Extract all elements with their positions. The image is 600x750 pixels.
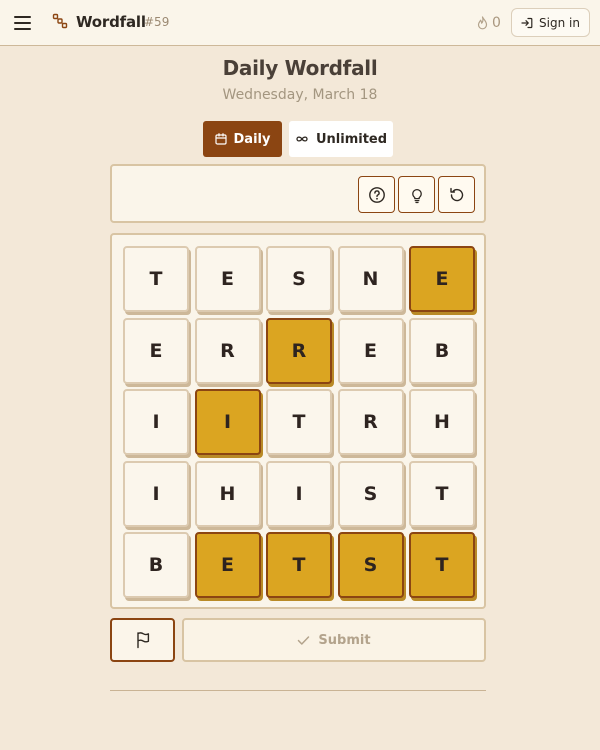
sign-in-label: Sign in (539, 15, 580, 30)
letter-tile[interactable]: S (337, 532, 404, 598)
letter-tile[interactable]: T (409, 532, 475, 598)
hamburger-menu-icon[interactable] (12, 11, 36, 35)
letter-tile[interactable]: E (123, 317, 189, 384)
reset-button[interactable] (438, 176, 475, 213)
streak-count: 0 (492, 15, 501, 31)
sign-in-icon (521, 17, 533, 28)
puzzle-date: Wednesday, March 18 (222, 87, 378, 103)
letter-tile[interactable]: B (409, 317, 475, 384)
tab-unlimited[interactable]: Unlimited (289, 121, 393, 157)
undo-icon (449, 187, 463, 201)
letter-tile[interactable]: I (123, 389, 189, 455)
tab-daily[interactable]: Daily (203, 121, 282, 157)
submit-button[interactable]: Submit (182, 618, 486, 662)
letter-grid: TESNEERREBIITRHIHISTBETST (110, 233, 486, 609)
tools-panel (110, 164, 486, 223)
letter-tile[interactable]: R (337, 389, 404, 455)
letter-tile[interactable]: S (266, 246, 332, 312)
infinity-icon (296, 136, 308, 142)
lightbulb-icon (411, 188, 422, 203)
submit-label: Submit (318, 632, 371, 648)
letter-tile[interactable]: I (123, 460, 189, 527)
letter-tile[interactable]: H (409, 389, 475, 455)
issue-number: #59 (144, 15, 170, 29)
letter-tile[interactable]: I (266, 460, 332, 527)
divider (110, 690, 486, 691)
tab-daily-label: Daily (233, 131, 271, 147)
tab-unlimited-label: Unlimited (315, 131, 388, 147)
flag-icon (136, 632, 149, 649)
brand-name[interactable]: Wordfall (76, 13, 146, 31)
help-button[interactable] (358, 176, 395, 213)
letter-tile[interactable]: S (337, 460, 404, 527)
letter-tile[interactable]: T (409, 460, 475, 527)
streak-counter: 0 (476, 13, 501, 33)
letter-tile[interactable]: R (266, 317, 332, 384)
letter-tile[interactable]: R (194, 317, 261, 384)
calendar-icon (214, 133, 227, 145)
letter-tile[interactable]: E (194, 532, 261, 598)
logo-icon (52, 13, 68, 29)
letter-tile[interactable]: B (123, 532, 189, 598)
flag-button[interactable] (110, 618, 175, 662)
letter-tile[interactable]: T (266, 532, 332, 598)
letter-tile[interactable]: T (266, 389, 332, 455)
letter-tile[interactable]: N (337, 246, 404, 312)
letter-tile[interactable]: T (123, 246, 189, 312)
letter-tile[interactable]: E (409, 246, 475, 312)
hint-button[interactable] (398, 176, 435, 213)
letter-tile[interactable]: E (194, 246, 261, 312)
letter-tile[interactable]: E (337, 317, 404, 384)
flame-icon (477, 16, 488, 30)
sign-in-button[interactable]: Sign in (511, 8, 590, 37)
page-title: Daily Wordfall (222, 56, 378, 80)
top-bar: Wordfall #59 0 Sign in (0, 0, 600, 46)
letter-tile[interactable]: I (194, 389, 261, 455)
letter-tile[interactable]: H (194, 460, 261, 527)
checkmark-icon (298, 635, 310, 645)
question-icon (368, 186, 385, 203)
